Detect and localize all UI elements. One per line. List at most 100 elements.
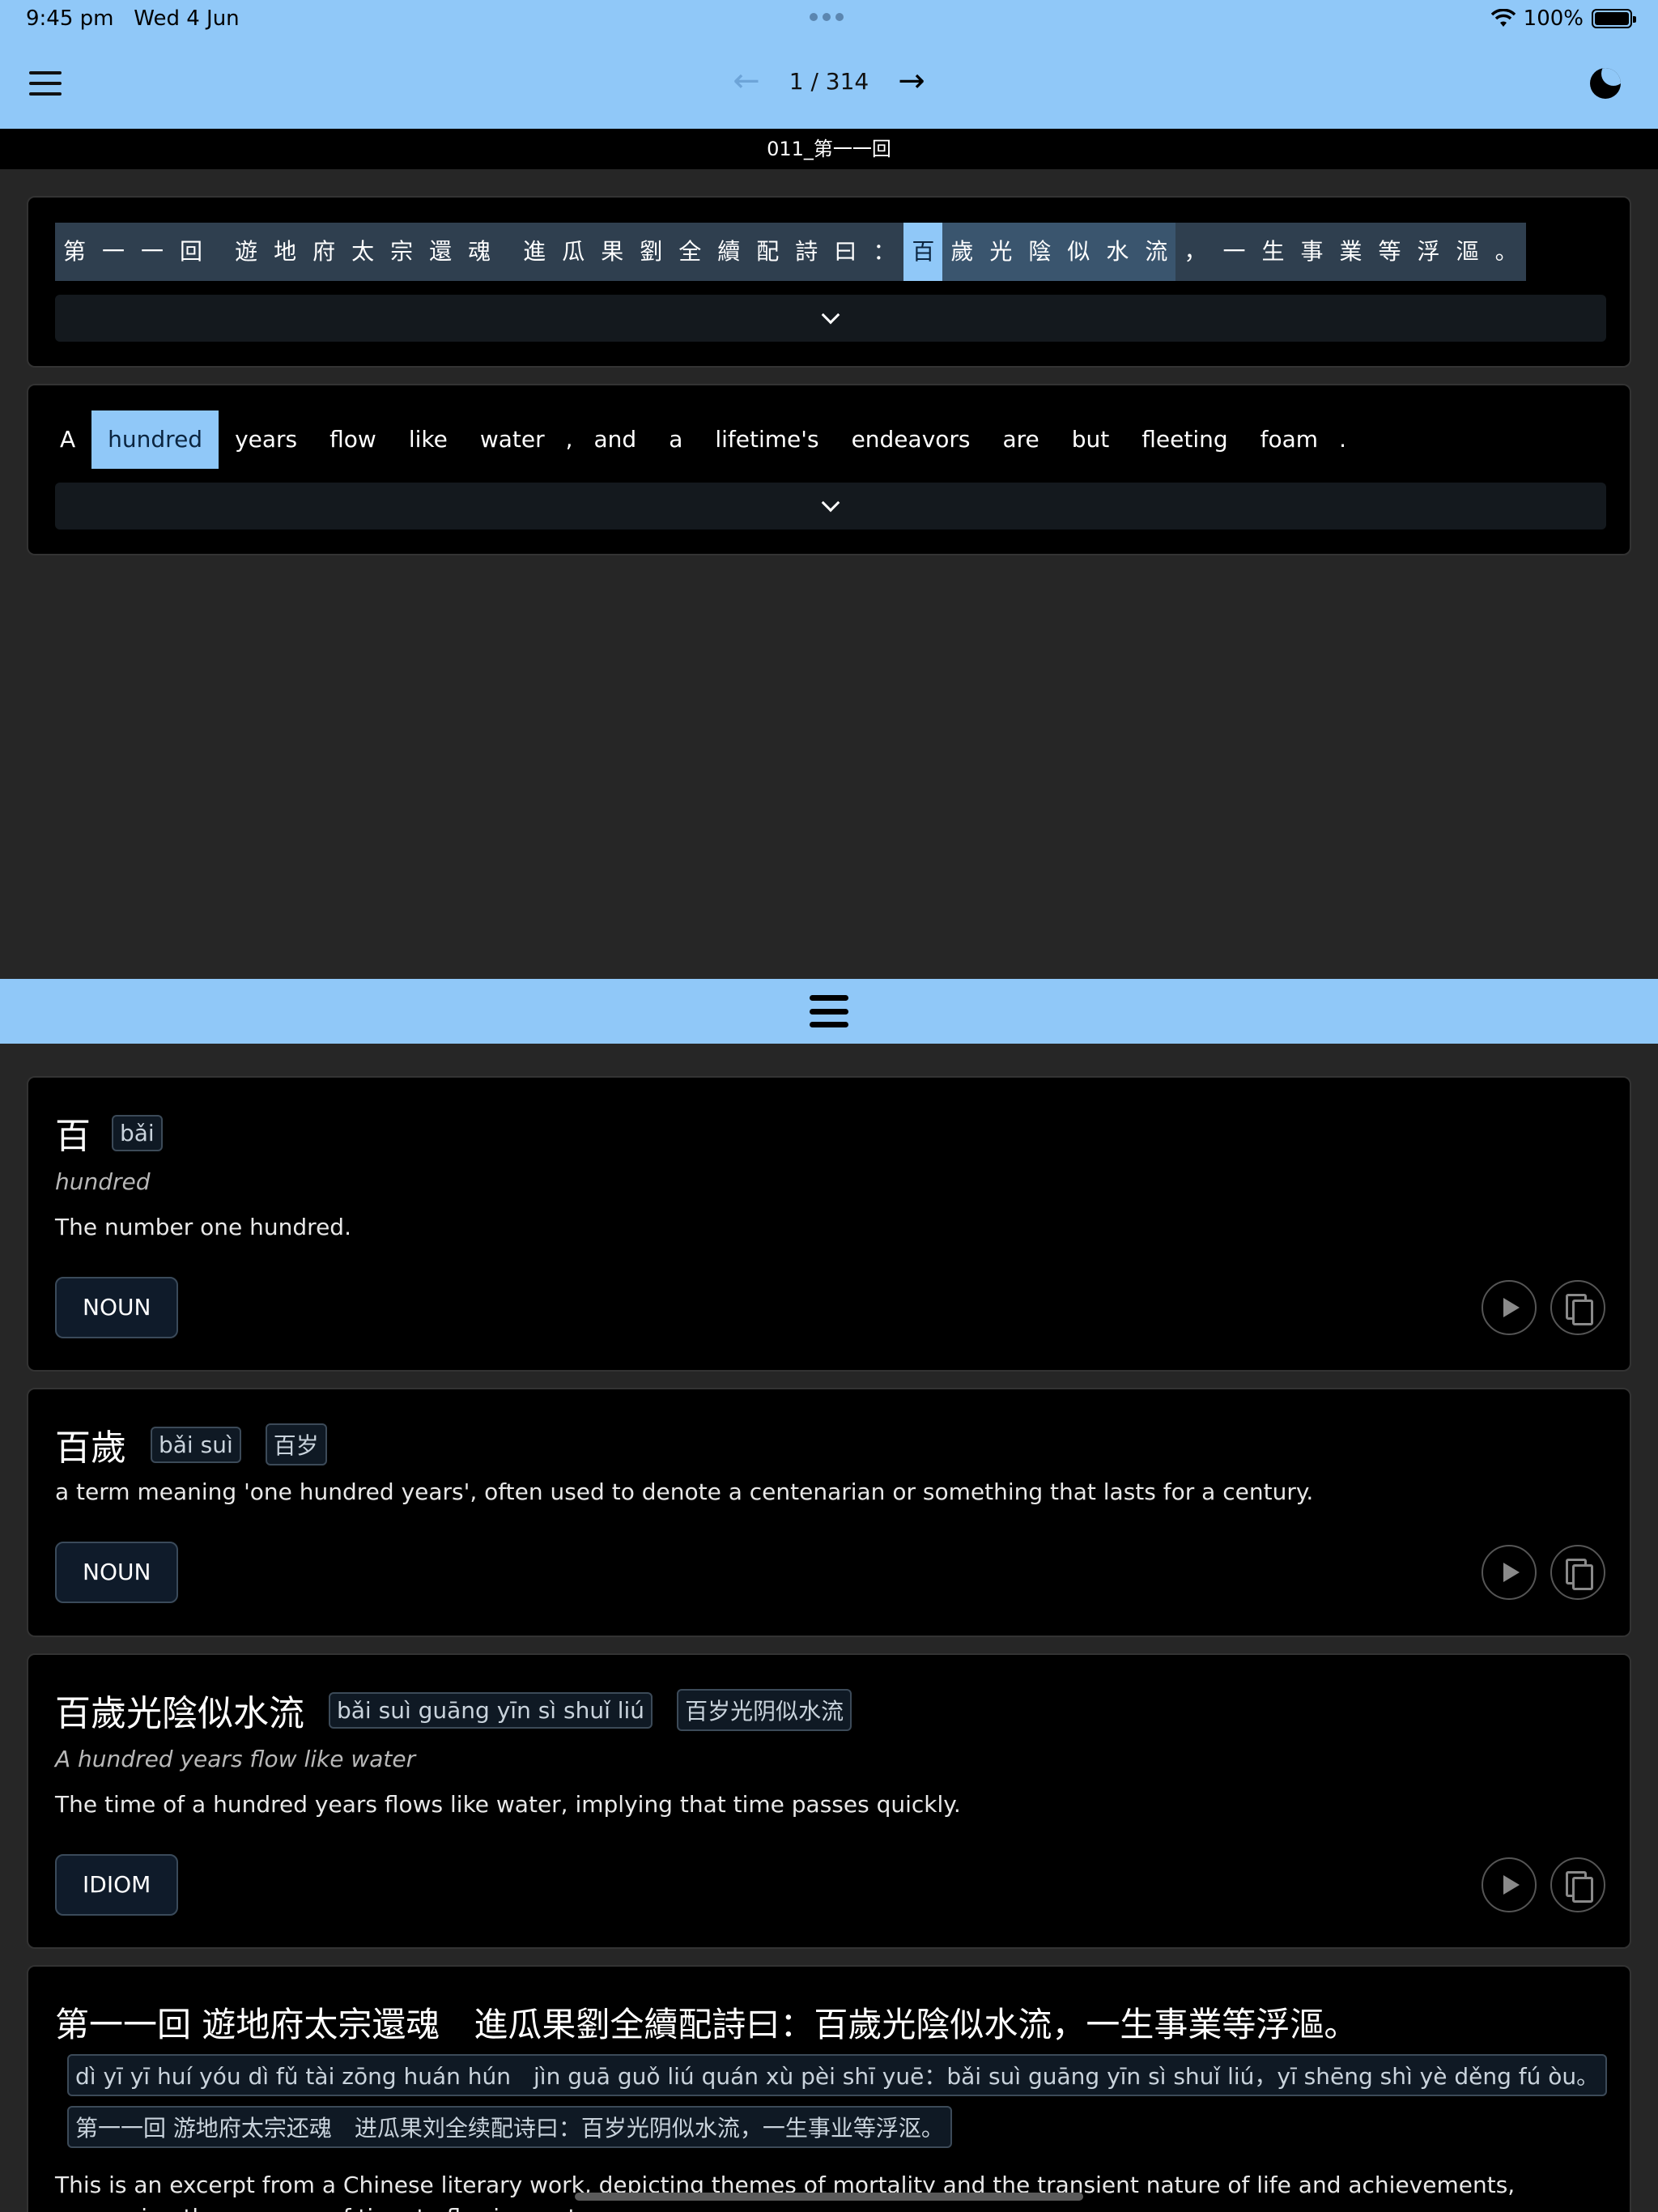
dictionary-entry: 百歲 bǎi suì 百岁 a term meaning 'one hundre… <box>27 1388 1631 1637</box>
page-counter: 1 / 314 <box>789 67 869 95</box>
source-token[interactable]: 歲 <box>942 223 982 281</box>
translation-sentence-card: Ahundred years flow like water, and a lifetime'… <box>27 384 1631 555</box>
dictionary-entry: 百 bǎi hundred The number one hundred. NO… <box>27 1076 1631 1372</box>
sentence-definition: This is an excerpt from a Chinese litera… <box>55 2172 1516 2212</box>
source-token[interactable]: 遊 <box>227 223 266 281</box>
entry-headword: 百歲光陰似水流 <box>55 1693 304 1734</box>
source-token[interactable]: 流 <box>1137 223 1176 281</box>
source-token[interactable]: 瓜 <box>554 223 593 281</box>
entry-gloss: A hundred years flow like water <box>55 1746 416 1772</box>
page-navigation: ← 1 / 314 → <box>0 65 1658 97</box>
copy-button[interactable] <box>1550 1545 1605 1600</box>
translation-token[interactable]: foam <box>1244 410 1334 469</box>
translation-token[interactable]: are <box>987 410 1056 469</box>
clock: 9:45 pm <box>26 6 114 31</box>
source-token[interactable]: 地 <box>266 223 305 281</box>
source-token[interactable]: 漚 <box>1448 223 1487 281</box>
source-token[interactable]: 續 <box>709 223 749 281</box>
source-token[interactable]: 果 <box>593 223 632 281</box>
source-token[interactable]: 生 <box>1253 223 1293 281</box>
part-of-speech-badge: NOUN <box>55 1277 179 1338</box>
drawer-handle[interactable] <box>0 979 1658 1044</box>
translation-token[interactable]: years <box>219 410 313 469</box>
source-token[interactable]: 業 <box>1331 223 1371 281</box>
chevron-down-icon <box>821 493 840 513</box>
source-token[interactable]: 。 <box>1486 223 1526 281</box>
chevron-down-icon <box>821 305 840 325</box>
source-token[interactable]: 第 <box>55 223 95 281</box>
translation-token[interactable]: hundred <box>91 410 219 469</box>
source-token[interactable]: 太 <box>343 223 383 281</box>
hamburger-icon <box>810 995 848 1027</box>
source-token[interactable]: 劉 <box>631 223 671 281</box>
source-token[interactable]: 宗 <box>382 223 422 281</box>
source-token[interactable]: 全 <box>670 223 710 281</box>
part-of-speech-badge: IDIOM <box>55 1854 179 1916</box>
pinyin-tag: bǎi <box>112 1114 163 1151</box>
source-token[interactable]: 一 <box>94 223 134 281</box>
translation-token[interactable]: lifetime's <box>699 410 835 469</box>
translation-token[interactable]: endeavors <box>835 410 987 469</box>
home-indicator[interactable] <box>575 2193 1083 2201</box>
sentence-pinyin-tag: dì yī yī huí yóu dì fǔ tài zōng huán hún… <box>67 2054 1608 2096</box>
sentence-entry: 第一一回 遊地府太宗還魂 進瓜果劉全續配詩曰：百歲光陰似水流，一生事業等浮漚。 … <box>27 1965 1631 2212</box>
source-token[interactable]: 水 <box>1098 223 1137 281</box>
source-token[interactable]: ， <box>1175 223 1215 281</box>
translation-token[interactable]: A <box>55 410 91 469</box>
status-right: 100% <box>1490 6 1636 31</box>
source-token[interactable]: 似 <box>1059 223 1099 281</box>
translation-token[interactable]: . <box>1334 410 1351 469</box>
play-audio-button[interactable] <box>1482 1857 1537 1912</box>
copy-icon <box>1566 1871 1593 1903</box>
copy-button[interactable] <box>1550 1280 1605 1335</box>
source-token[interactable]: 府 <box>304 223 344 281</box>
prev-page-button[interactable]: ← <box>733 65 760 97</box>
translation-token[interactable]: like <box>393 410 464 469</box>
source-token[interactable]: 詩 <box>787 223 827 281</box>
play-icon <box>1503 1298 1520 1317</box>
play-icon <box>1503 1563 1520 1582</box>
source-token[interactable]: 浮 <box>1409 223 1448 281</box>
source-token[interactable]: 陰 <box>1020 223 1060 281</box>
source-token[interactable]: 事 <box>1292 223 1332 281</box>
source-token[interactable]: 進 <box>515 223 555 281</box>
source-token[interactable]: 一 <box>133 223 172 281</box>
source-token[interactable]: 回 <box>172 223 227 281</box>
entry-headword: 百歲 <box>55 1427 126 1469</box>
translation-token[interactable]: water <box>464 410 561 469</box>
play-audio-button[interactable] <box>1482 1280 1537 1335</box>
translation-token[interactable]: , <box>561 410 578 469</box>
expand-translation-button[interactable] <box>55 483 1606 530</box>
play-audio-button[interactable] <box>1482 1545 1537 1600</box>
battery-icon <box>1592 9 1636 28</box>
sentence-text: 第一一回 遊地府太宗還魂 進瓜果劉全續配詩曰：百歲光陰似水流，一生事業等浮漚。 <box>55 2005 1358 2044</box>
source-token[interactable]: 百 <box>903 223 943 281</box>
dark-mode-toggle-icon[interactable] <box>1590 68 1621 99</box>
translation-token[interactable]: but <box>1056 410 1126 469</box>
source-token[interactable]: ： <box>865 223 904 281</box>
source-token[interactable]: 曰 <box>826 223 865 281</box>
translation-token[interactable]: and <box>578 410 653 469</box>
source-token[interactable]: 魂 <box>460 223 516 281</box>
entry-gloss: hundred <box>55 1168 151 1195</box>
copy-button[interactable] <box>1550 1857 1605 1912</box>
entry-definition: a term meaning 'one hundred years', ofte… <box>55 1478 1314 1505</box>
source-token[interactable]: 一 <box>1214 223 1254 281</box>
source-token-row: 第一一回遊地府太宗還魂進瓜果劉全續配詩曰：百歲光陰似水流，一生事業等浮漚。 <box>55 223 1526 281</box>
date: Wed 4 Jun <box>134 6 240 31</box>
translation-token[interactable]: flow <box>313 410 393 469</box>
top-bar: 9:45 pm Wed 4 Jun 100% ← 1 / 314 → <box>0 0 1658 129</box>
source-token[interactable]: 等 <box>1370 223 1409 281</box>
source-token[interactable]: 光 <box>981 223 1021 281</box>
source-token[interactable]: 還 <box>421 223 461 281</box>
entry-definition: The time of a hundred years flows like w… <box>55 1791 961 1818</box>
translation-token[interactable]: fleeting <box>1125 410 1244 469</box>
translation-token[interactable]: a <box>653 410 699 469</box>
source-token[interactable]: 配 <box>748 223 788 281</box>
next-page-button[interactable]: → <box>898 65 925 97</box>
expand-source-button[interactable] <box>55 295 1606 342</box>
wifi-icon <box>1490 9 1516 27</box>
multitasking-dots-icon[interactable] <box>810 13 844 21</box>
copy-icon <box>1566 1559 1593 1590</box>
source-sentence-card: 第一一回遊地府太宗還魂進瓜果劉全續配詩曰：百歲光陰似水流，一生事業等浮漚。 <box>27 196 1631 368</box>
